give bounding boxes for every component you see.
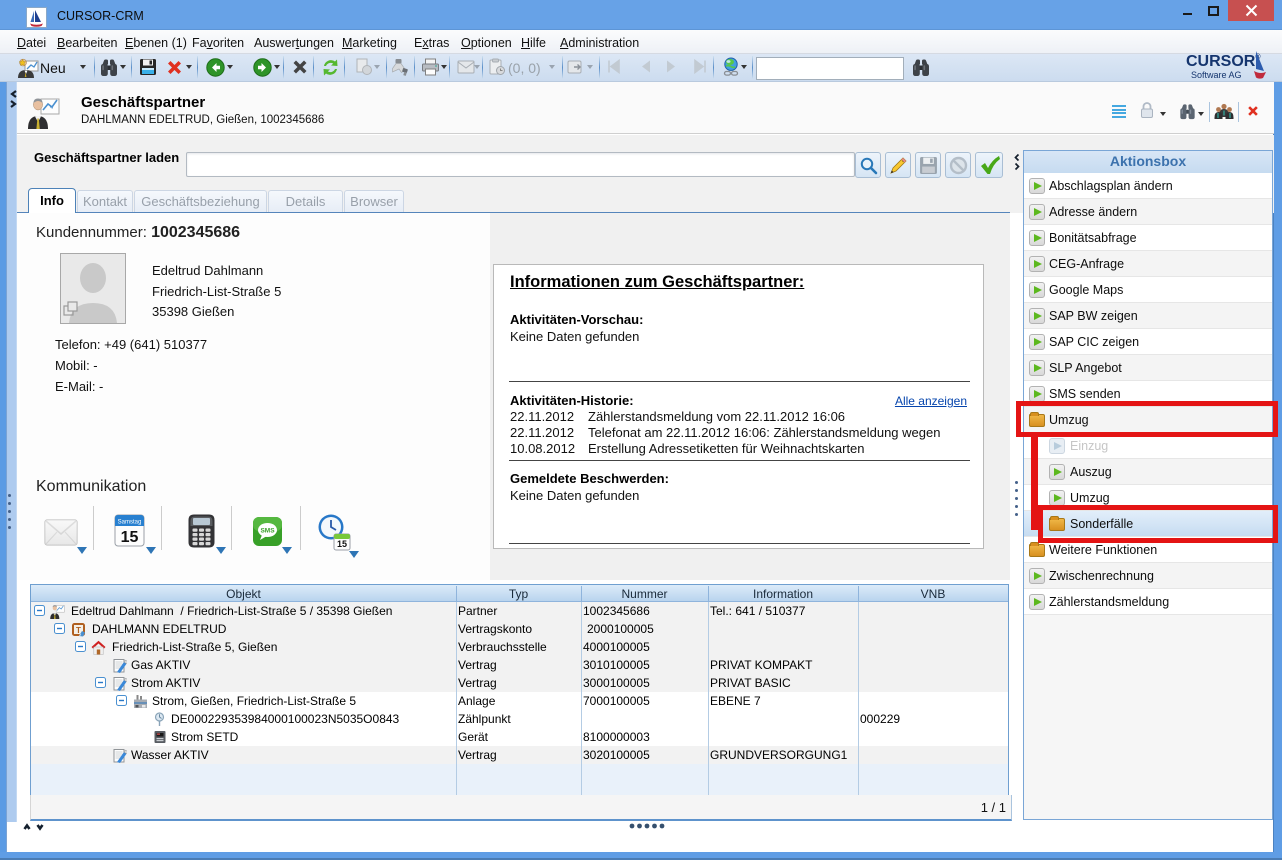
svg-text:15: 15 [337, 539, 347, 549]
svg-text:15: 15 [121, 529, 139, 546]
svg-text:SMS: SMS [260, 528, 275, 535]
svg-text:T: T [76, 626, 81, 635]
svg-text:Samstag: Samstag [118, 520, 142, 526]
